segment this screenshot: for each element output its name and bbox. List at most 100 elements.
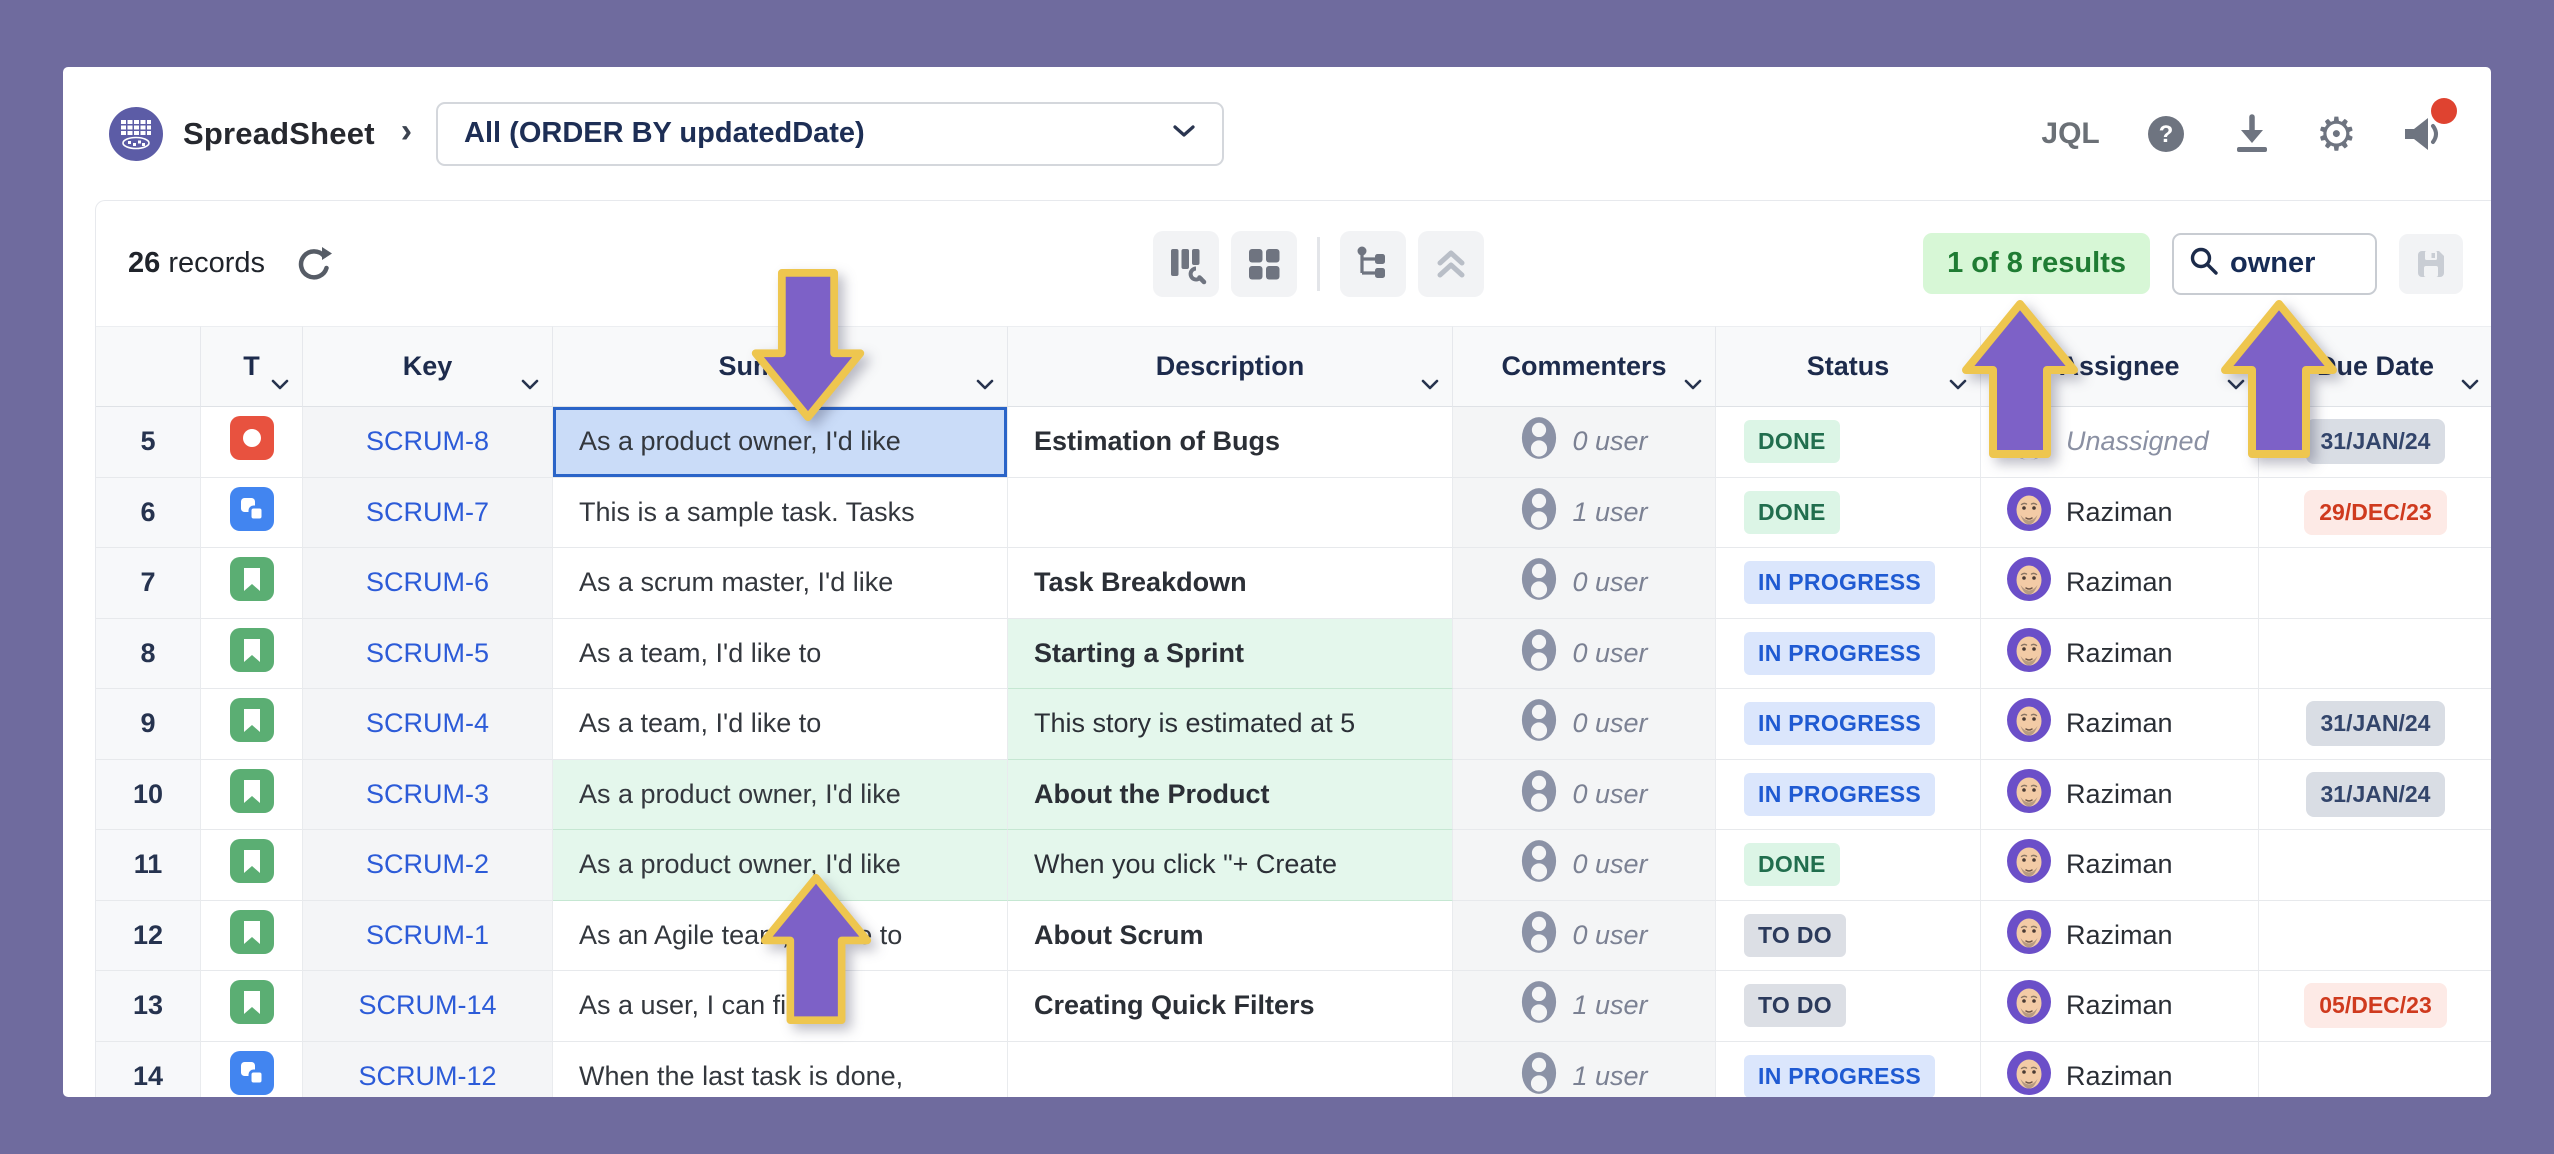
due-date-cell[interactable]: [2259, 548, 2491, 619]
issue-key-link[interactable]: SCRUM-7: [366, 497, 489, 528]
download-icon[interactable]: [2232, 113, 2272, 155]
due-date-cell[interactable]: 29/DEC/23: [2259, 478, 2491, 549]
due-date-cell[interactable]: [2259, 619, 2491, 690]
due-date-cell[interactable]: [2259, 901, 2491, 972]
issue-key-link[interactable]: SCRUM-2: [366, 849, 489, 880]
status-cell[interactable]: IN PROGRESS: [1716, 548, 1981, 619]
row-number-cell[interactable]: 5: [96, 407, 201, 478]
assignee-cell[interactable]: Raziman: [1981, 1042, 2259, 1098]
issue-key-cell[interactable]: SCRUM-6: [303, 548, 553, 619]
column-header-status[interactable]: Status: [1716, 326, 1981, 407]
issue-type-cell[interactable]: [201, 901, 303, 972]
assignee-cell[interactable]: Raziman: [1981, 548, 2259, 619]
due-date-cell[interactable]: 31/JAN/24: [2259, 407, 2491, 478]
column-header-assignee[interactable]: Assignee: [1981, 326, 2259, 407]
issue-key-cell[interactable]: SCRUM-5: [303, 619, 553, 690]
hierarchy-view-button[interactable]: [1340, 231, 1406, 297]
summary-cell[interactable]: As a product owner, I'd like: [553, 760, 1008, 831]
issue-key-link[interactable]: SCRUM-14: [358, 990, 496, 1021]
issue-type-cell[interactable]: [201, 971, 303, 1042]
help-icon[interactable]: ?: [2144, 112, 2188, 156]
issue-key-cell[interactable]: SCRUM-12: [303, 1042, 553, 1098]
collapse-all-button[interactable]: [1418, 231, 1484, 297]
issue-key-link[interactable]: SCRUM-5: [366, 638, 489, 669]
chevron-down-icon[interactable]: [975, 378, 995, 396]
card-view-button[interactable]: [1231, 231, 1297, 297]
assignee-cell[interactable]: Raziman: [1981, 760, 2259, 831]
status-cell[interactable]: DONE: [1716, 478, 1981, 549]
chevron-down-icon[interactable]: [2226, 378, 2246, 396]
row-number-cell[interactable]: 8: [96, 619, 201, 690]
row-number-cell[interactable]: 6: [96, 478, 201, 549]
column-header-due-date[interactable]: Due Date: [2259, 326, 2491, 407]
summary-cell[interactable]: As a product owner, I'd like: [553, 407, 1008, 478]
summary-cell[interactable]: When the last task is done,: [553, 1042, 1008, 1098]
saved-filter-dropdown[interactable]: All (ORDER BY updatedDate): [436, 102, 1224, 166]
due-date-cell[interactable]: [2259, 830, 2491, 901]
chevron-down-icon[interactable]: [2460, 378, 2480, 396]
issue-type-cell[interactable]: [201, 478, 303, 549]
description-cell[interactable]: [1008, 1042, 1453, 1098]
summary-cell[interactable]: As a team, I'd like to: [553, 689, 1008, 760]
column-header-summary[interactable]: Summary: [553, 326, 1008, 407]
status-cell[interactable]: IN PROGRESS: [1716, 689, 1981, 760]
column-settings-button[interactable]: [1153, 231, 1219, 297]
row-number-cell[interactable]: 9: [96, 689, 201, 760]
due-date-cell[interactable]: 31/JAN/24: [2259, 689, 2491, 760]
commenters-cell[interactable]: 1 user: [1453, 971, 1716, 1042]
status-cell[interactable]: IN PROGRESS: [1716, 1042, 1981, 1098]
issue-key-cell[interactable]: SCRUM-4: [303, 689, 553, 760]
issue-type-cell[interactable]: [201, 619, 303, 690]
description-cell[interactable]: About Scrum: [1008, 901, 1453, 972]
gear-icon[interactable]: ⚙: [2316, 111, 2357, 157]
issue-type-cell[interactable]: [201, 407, 303, 478]
summary-cell[interactable]: As a team, I'd like to: [553, 619, 1008, 690]
commenters-cell[interactable]: 1 user: [1453, 1042, 1716, 1098]
row-number-cell[interactable]: 10: [96, 760, 201, 831]
summary-cell[interactable]: As an Agile team, I'd like to: [553, 901, 1008, 972]
commenters-cell[interactable]: 0 user: [1453, 760, 1716, 831]
issue-key-cell[interactable]: SCRUM-8: [303, 407, 553, 478]
row-number-cell[interactable]: 13: [96, 971, 201, 1042]
megaphone-icon[interactable]: [2401, 114, 2445, 154]
commenters-cell[interactable]: 0 user: [1453, 548, 1716, 619]
issue-key-link[interactable]: SCRUM-3: [366, 779, 489, 810]
description-cell[interactable]: When you click "+ Create: [1008, 830, 1453, 901]
commenters-cell[interactable]: 0 user: [1453, 901, 1716, 972]
status-cell[interactable]: IN PROGRESS: [1716, 760, 1981, 831]
chevron-down-icon[interactable]: [1420, 378, 1440, 396]
issue-key-cell[interactable]: SCRUM-3: [303, 760, 553, 831]
issue-type-cell[interactable]: [201, 760, 303, 831]
due-date-cell[interactable]: 31/JAN/24: [2259, 760, 2491, 831]
row-number-cell[interactable]: 11: [96, 830, 201, 901]
assignee-cell[interactable]: Raziman: [1981, 689, 2259, 760]
status-cell[interactable]: TO DO: [1716, 971, 1981, 1042]
jql-button[interactable]: JQL: [2041, 117, 2099, 151]
save-filter-button[interactable]: [2399, 234, 2463, 294]
search-box[interactable]: [2172, 233, 2377, 295]
issue-key-cell[interactable]: SCRUM-2: [303, 830, 553, 901]
column-header-rownum[interactable]: [96, 326, 201, 407]
description-cell[interactable]: Creating Quick Filters: [1008, 971, 1453, 1042]
issue-type-cell[interactable]: [201, 548, 303, 619]
assignee-cell[interactable]: Raziman: [1981, 478, 2259, 549]
description-cell[interactable]: About the Product: [1008, 760, 1453, 831]
issue-key-cell[interactable]: SCRUM-14: [303, 971, 553, 1042]
description-cell[interactable]: Starting a Sprint: [1008, 619, 1453, 690]
assignee-cell[interactable]: Raziman: [1981, 619, 2259, 690]
status-cell[interactable]: IN PROGRESS: [1716, 619, 1981, 690]
description-cell[interactable]: Task Breakdown: [1008, 548, 1453, 619]
row-number-cell[interactable]: 7: [96, 548, 201, 619]
issue-key-link[interactable]: SCRUM-12: [358, 1061, 496, 1092]
commenters-cell[interactable]: 1 user: [1453, 478, 1716, 549]
due-date-cell[interactable]: [2259, 1042, 2491, 1098]
summary-cell[interactable]: As a scrum master, I'd like: [553, 548, 1008, 619]
status-cell[interactable]: DONE: [1716, 830, 1981, 901]
chevron-down-icon[interactable]: [520, 378, 540, 396]
issue-key-link[interactable]: SCRUM-1: [366, 920, 489, 951]
issue-key-link[interactable]: SCRUM-4: [366, 708, 489, 739]
summary-cell[interactable]: This is a sample task. Tasks: [553, 478, 1008, 549]
summary-cell[interactable]: As a user, I can find: [553, 971, 1008, 1042]
description-cell[interactable]: [1008, 478, 1453, 549]
issue-key-link[interactable]: SCRUM-6: [366, 567, 489, 598]
